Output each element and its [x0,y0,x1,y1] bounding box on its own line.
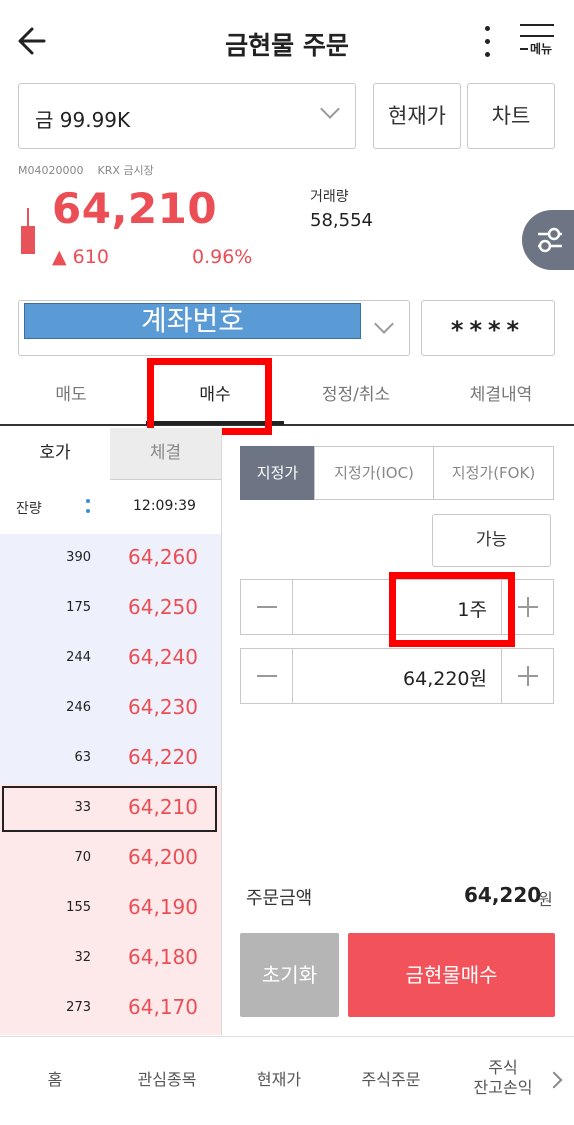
tab-modify-cancel[interactable]: 정정/취소 [288,370,424,426]
ask-row[interactable]: 246 64,230 [0,684,221,734]
bid-price: 64,190 [128,895,198,919]
stock-selector[interactable]: 금 99.99K [18,83,356,149]
ask-qty: 244 [66,650,91,665]
ask-price: 64,240 [128,645,198,669]
chart-button[interactable]: 차트 [467,83,555,149]
price-input[interactable]: 64,220원 [403,664,487,691]
bid-price: 64,180 [128,945,198,969]
ask-row[interactable]: 244 64,240 [0,634,221,684]
menu-button[interactable]: 메뉴 [516,22,564,62]
chevron-down-icon [320,99,340,119]
current-price: 64,210 [52,184,218,233]
password-field[interactable]: **** [421,300,555,356]
price-minus-button[interactable] [241,649,293,703]
chevron-down-icon [374,314,394,334]
stock-code-line: M04020000 KRX 금시장 [18,162,154,178]
orderbook-divider [221,428,222,1035]
hamburger-bar [520,35,554,37]
price-stepper: 64,220원 [240,648,554,704]
ask-price: 64,220 [128,745,198,769]
ask-qty: 246 [66,700,91,715]
order-type-limit-ioc[interactable]: 지정가(IOC) [314,446,434,500]
tab-executions[interactable]: 체결 [110,428,221,480]
bid-row[interactable]: 273 64,170 [0,984,221,1035]
tab-execution-history[interactable]: 체결내역 [428,370,574,426]
orderbook-time-row: 잔량 12:09:39 [0,482,221,534]
highlight-quantity [389,572,515,647]
tab-sell[interactable]: 매도 [0,370,142,426]
ask-price: 64,250 [128,595,198,619]
bid-row[interactable]: 32 64,180 [0,934,221,984]
nav-stock-balance-line1: 주식 [488,1058,518,1077]
ask-row[interactable]: 175 64,250 [0,584,221,634]
ask-price: 64,260 [128,545,198,569]
nav-stock-order[interactable]: 주식주문 [336,1066,446,1090]
bid-qty: 32 [74,950,91,965]
reset-button[interactable]: 초기화 [240,933,339,1017]
ask-row[interactable]: 63 64,220 [0,734,221,784]
ask-qty: 390 [66,550,91,565]
volume-label: 거래량 [310,189,349,205]
bid-row[interactable]: 70 64,200 [0,834,221,884]
balance-label: 잔량 [16,501,42,517]
menu-label: 메뉴 [530,42,553,56]
bid-price: 64,170 [128,995,198,1019]
current-price-button[interactable]: 현재가 [373,83,461,149]
nav-watchlist[interactable]: 관심종목 [112,1066,222,1090]
hamburger-icon [520,24,554,26]
order-amount-unit: 원 [538,890,553,909]
order-amount-label: 주문금액 [246,888,313,909]
order-type-limit-fok[interactable]: 지정가(FOK) [433,446,554,500]
nav-stock-balance-line2: 잔고손익 [473,1078,533,1097]
volume-value: 58,554 [310,210,373,231]
buy-button[interactable]: 금현물매수 [348,933,555,1017]
current-price-row-highlight [2,786,217,832]
bid-row[interactable]: 155 64,190 [0,884,221,934]
ask-qty: 63 [74,750,91,765]
bid-qty: 70 [74,850,91,865]
dots-icon [86,499,90,503]
tab-quotes[interactable]: 호가 [0,428,110,480]
ask-row[interactable]: 390 64,260 [0,534,221,584]
nav-home[interactable]: 홈 [0,1066,110,1090]
stock-code: M04020000 [18,164,84,177]
available-button[interactable]: 가능 [432,514,551,567]
bid-qty: 273 [66,1000,91,1015]
highlight-buy-tab [147,358,272,435]
order-amount-value: 64,220 [464,883,542,907]
candle-body [21,226,35,254]
bid-qty: 155 [66,900,91,915]
orderbook-time: 12:09:39 [133,498,196,514]
price-change-percent: 0.96% [192,246,253,268]
quantity-minus-button[interactable] [241,580,293,634]
tab-underline [0,424,574,426]
nav-current-price[interactable]: 현재가 [224,1066,334,1090]
account-number-mask: 계좌번호 [24,303,361,339]
filter-settings-button[interactable] [522,210,574,270]
header: 금현물 주문 메뉴 [0,0,574,82]
sliders-icon [538,227,562,253]
ask-price: 64,230 [128,695,198,719]
ask-qty: 175 [66,600,91,615]
stock-market: KRX 금시장 [97,164,154,177]
bid-price: 64,200 [128,845,198,869]
dots-icon-2 [86,509,90,513]
hamburger-bar [520,48,528,50]
order-type-limit[interactable]: 지정가 [240,446,315,500]
price-plus-button[interactable] [501,649,553,703]
stock-name: 금 99.99K [35,108,131,132]
more-vertical-icon[interactable] [474,22,500,62]
price-change: ▲ 610 [52,246,109,268]
nav-stock-balance[interactable]: 주식 잔고손익 [448,1058,558,1098]
